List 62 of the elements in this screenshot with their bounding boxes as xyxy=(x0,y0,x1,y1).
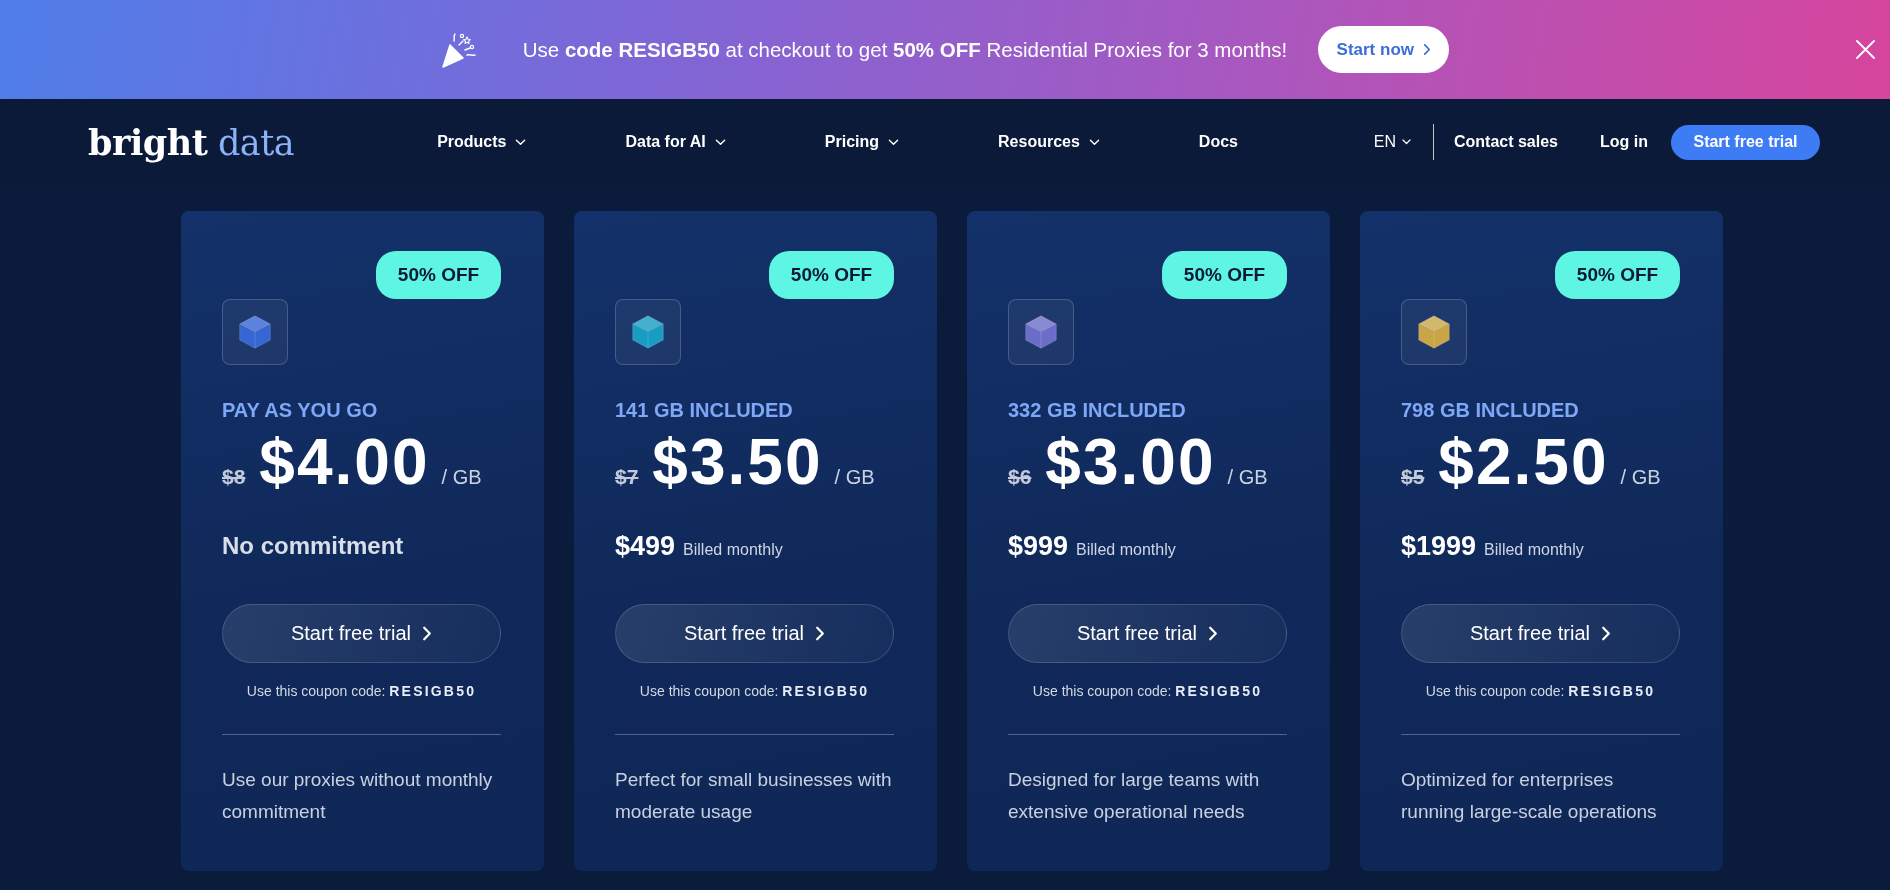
plan-note: No commitment xyxy=(222,531,404,561)
chevron-right-icon xyxy=(422,625,432,642)
billing-period: Billed monthly xyxy=(683,541,783,559)
plan-price: $3.00 xyxy=(1045,426,1216,498)
caret-down-icon xyxy=(888,138,900,146)
price-unit: / GB xyxy=(834,466,875,489)
plan-label: 332 GB INCLUDED xyxy=(1008,398,1186,422)
billing-amount: $999 xyxy=(1008,531,1069,562)
start-trial-button[interactable]: Start free trial xyxy=(615,604,894,663)
nav-menu-item[interactable]: Pricing xyxy=(824,133,900,151)
nav-menu-item[interactable]: Resources xyxy=(998,133,1100,151)
start-trial-button[interactable]: Start free trial xyxy=(1008,604,1287,663)
billing-amount: $1999 xyxy=(1401,531,1477,562)
coupon-note: Use this coupon code: RESIGB50 xyxy=(1425,682,1656,701)
plan-description: Use our proxies without monthly commitment xyxy=(222,768,493,824)
caret-down-icon xyxy=(1088,138,1100,146)
chevron-right-icon xyxy=(1423,43,1431,56)
start-free-trial-button[interactable]: Start free trial xyxy=(1671,124,1820,160)
logo[interactable]: bright data xyxy=(88,121,295,163)
contact-sales-link[interactable]: Contact sales xyxy=(1453,133,1558,151)
billing-period: Billed monthly xyxy=(1076,541,1176,559)
start-now-button[interactable]: Start now xyxy=(1318,26,1450,73)
nav-menu-item[interactable]: Docs xyxy=(1198,133,1238,151)
plan-label: PAY AS YOU GO xyxy=(222,398,378,422)
start-trial-button[interactable]: Start free trial xyxy=(222,604,501,663)
old-price: $7 xyxy=(615,465,639,489)
old-price: $6 xyxy=(1008,465,1032,489)
login-link[interactable]: Log in xyxy=(1600,133,1648,151)
promo-message: Use code RESIGB50 at checkout to get 50% OFF Residential Proxies for 3 months! xyxy=(522,37,1288,62)
caret-down-icon xyxy=(714,138,726,146)
discount-badge: 50% OFF xyxy=(1555,251,1680,299)
plan-description: Perfect for small businesses with moderate usage xyxy=(615,768,892,824)
price-unit: / GB xyxy=(441,466,482,489)
plan-label: 798 GB INCLUDED xyxy=(1401,398,1579,422)
nav-menu-item[interactable]: Data for AI xyxy=(625,133,726,151)
plan-label: 141 GB INCLUDED xyxy=(615,398,793,422)
plan-price: $4.00 xyxy=(259,426,430,498)
nav-menu-item[interactable]: Products xyxy=(437,133,527,151)
price-unit: / GB xyxy=(1620,466,1661,489)
caret-down-icon xyxy=(1401,139,1411,145)
price-unit: / GB xyxy=(1227,466,1268,489)
close-icon[interactable] xyxy=(1856,40,1875,59)
coupon-note: Use this coupon code: RESIGB50 xyxy=(246,682,477,701)
coupon-note: Use this coupon code: RESIGB50 xyxy=(639,682,870,701)
caret-down-icon xyxy=(515,138,527,146)
discount-badge: 50% OFF xyxy=(1162,251,1287,299)
old-price: $8 xyxy=(222,465,246,489)
plan-price: $3.50 xyxy=(652,426,823,498)
chevron-right-icon xyxy=(1601,625,1611,642)
coupon-note: Use this coupon code: RESIGB50 xyxy=(1032,682,1263,701)
chevron-right-icon xyxy=(1208,625,1218,642)
discount-badge: 50% OFF xyxy=(376,251,501,299)
language-selector[interactable]: EN xyxy=(1373,133,1411,151)
plan-price: $2.50 xyxy=(1438,426,1609,498)
old-price: $5 xyxy=(1401,465,1425,489)
start-trial-button[interactable]: Start free trial xyxy=(1401,604,1680,663)
billing-period: Billed monthly xyxy=(1484,541,1584,559)
plan-description: Optimized for enterprises running large-scale operations xyxy=(1401,768,1657,824)
plan-description: Designed for large teams with extensive operational needs xyxy=(1008,768,1260,824)
chevron-right-icon xyxy=(815,625,825,642)
discount-badge: 50% OFF xyxy=(769,251,894,299)
billing-amount: $499 xyxy=(615,531,676,562)
